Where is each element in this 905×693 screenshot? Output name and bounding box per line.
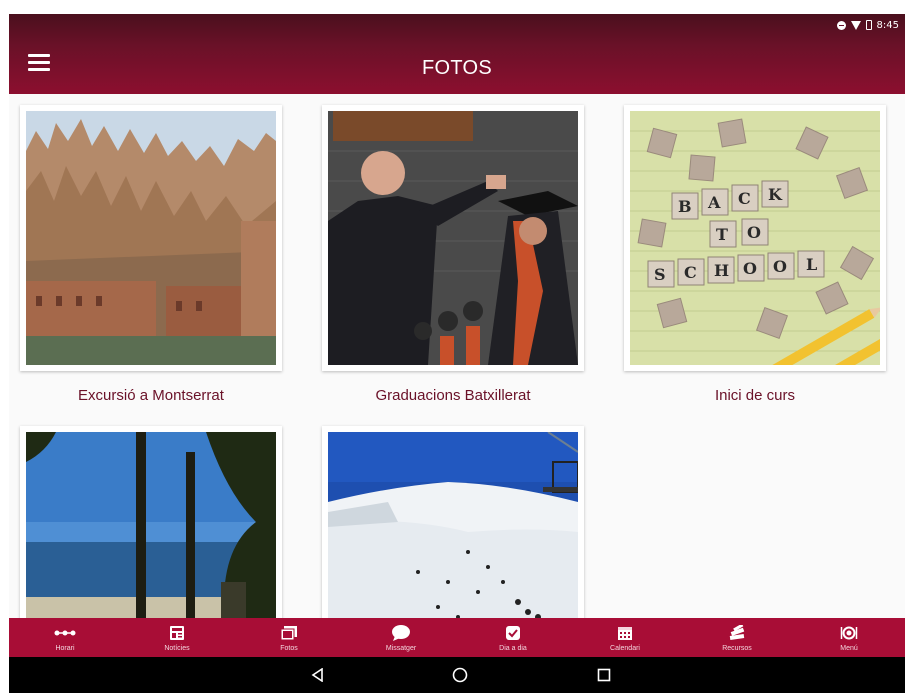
battery-icon <box>865 20 872 30</box>
scrabble-tile: H <box>714 261 729 280</box>
scrabble-tile: A <box>707 193 721 212</box>
scrabble-tile: O <box>773 257 787 276</box>
recents-icon[interactable] <box>592 663 616 687</box>
nav-label: Missatger <box>385 644 417 652</box>
nav-label: Notícies <box>164 644 190 652</box>
album-card-back-to-school[interactable]: B A C K T O S C H O O L <box>624 105 886 371</box>
nav-label: Horari <box>55 644 75 652</box>
news-icon <box>169 624 185 642</box>
books-icon <box>728 624 746 642</box>
album-photo-graduation <box>328 111 578 365</box>
photo-albums-grid: Excursió a Montserrat Graduacions Batxil… <box>9 94 905 618</box>
album-caption[interactable]: Inici de curs <box>610 387 900 404</box>
album-card-montserrat[interactable] <box>20 105 282 371</box>
scrabble-tile: S <box>654 265 666 284</box>
status-bar: 8:45 <box>836 18 899 32</box>
scrabble-tile: T <box>716 225 728 244</box>
nav-item-fotos[interactable]: Fotos <box>233 618 345 657</box>
album-photo-montserrat <box>26 111 276 365</box>
photos-icon <box>280 624 298 642</box>
back-icon[interactable] <box>306 663 330 687</box>
album-card-graduation[interactable] <box>322 105 584 371</box>
nav-label: Recursos <box>722 644 752 652</box>
nav-item-missatger[interactable]: Missatger <box>345 618 457 657</box>
nav-item-calendari[interactable]: Calendari <box>569 618 681 657</box>
album-card-ski[interactable] <box>322 426 584 618</box>
scrabble-tile: K <box>768 185 783 204</box>
app-bar: 8:45 FOTOS <box>9 14 905 94</box>
album-photo-back-to-school: B A C K T O S C H O O L <box>630 111 880 365</box>
nav-label: Menú <box>840 644 858 652</box>
home-icon[interactable] <box>448 663 472 687</box>
nav-item-recursos[interactable]: Recursos <box>681 618 793 657</box>
album-card-beach[interactable] <box>20 426 282 618</box>
nav-item-noticies[interactable]: Notícies <box>121 618 233 657</box>
wifi-icon <box>850 20 861 30</box>
scrabble-tile: C <box>738 189 751 208</box>
status-time: 8:45 <box>876 19 899 31</box>
dish-icon <box>840 624 858 642</box>
scrabble-tile: L <box>806 255 817 274</box>
top-margin <box>0 0 905 14</box>
nav-label: Dia a dia <box>499 644 527 652</box>
chat-bubble-icon <box>391 624 411 642</box>
scrabble-tile: O <box>743 259 757 278</box>
album-photo-ski <box>328 432 578 618</box>
system-navigation-bar <box>9 657 905 693</box>
check-square-icon <box>505 624 521 642</box>
bottom-navigation: Horari Notícies Fotos Missatger Dia a di… <box>9 618 905 657</box>
page-title: FOTOS <box>421 57 493 79</box>
nav-label: Fotos <box>280 644 298 652</box>
do-not-disturb-icon <box>836 20 846 30</box>
nav-label: Calendari <box>610 644 640 652</box>
scrabble-tile: C <box>684 263 697 282</box>
scrabble-tile: O <box>747 223 761 242</box>
scrabble-tile: B <box>678 197 692 216</box>
nav-item-dia-a-dia[interactable]: Dia a dia <box>457 618 569 657</box>
nav-item-menu[interactable]: Menú <box>793 618 905 657</box>
album-caption[interactable]: Excursió a Montserrat <box>9 387 296 404</box>
album-caption[interactable]: Graduacions Batxillerat <box>308 387 598 404</box>
dots-line-icon <box>54 624 76 642</box>
calendar-icon <box>617 624 633 642</box>
album-photo-beach <box>26 432 276 618</box>
nav-item-horari[interactable]: Horari <box>9 618 121 657</box>
